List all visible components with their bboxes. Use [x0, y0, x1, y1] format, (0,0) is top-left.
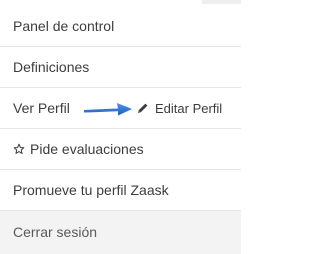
menu-item-ver-perfil-row: Ver Perfil Editar Perfil — [0, 88, 241, 129]
account-dropdown-menu: Panel de control Definiciones Ver Perfil… — [0, 6, 241, 254]
menu-item-definiciones[interactable]: Definiciones — [0, 47, 241, 88]
menu-item-promueve-perfil[interactable]: Promueve tu perfil Zaask — [0, 170, 241, 211]
editar-perfil-label: Editar Perfil — [155, 101, 223, 116]
menu-item-cerrar-sesion[interactable]: Cerrar sesión — [0, 211, 241, 254]
menu-item-label: Promueve tu perfil Zaask — [13, 182, 169, 198]
menu-item-panel-de-control[interactable]: Panel de control — [0, 6, 241, 47]
menu-item-pide-evaluaciones[interactable]: Pide evaluaciones — [0, 129, 241, 170]
top-strip-tab — [202, 0, 241, 4]
ver-perfil-link[interactable]: Ver Perfil — [13, 100, 70, 116]
menu-item-label: Cerrar sesión — [13, 224, 98, 240]
menu-item-label: Pide evaluaciones — [30, 141, 144, 157]
menu-item-label: Panel de control — [13, 18, 115, 34]
star-outline-icon — [13, 143, 25, 154]
editar-perfil-link[interactable]: Editar Perfil — [137, 88, 222, 129]
menu-item-label: Definiciones — [13, 59, 90, 75]
arrow-right-icon — [84, 103, 132, 116]
pencil-icon — [138, 103, 148, 114]
